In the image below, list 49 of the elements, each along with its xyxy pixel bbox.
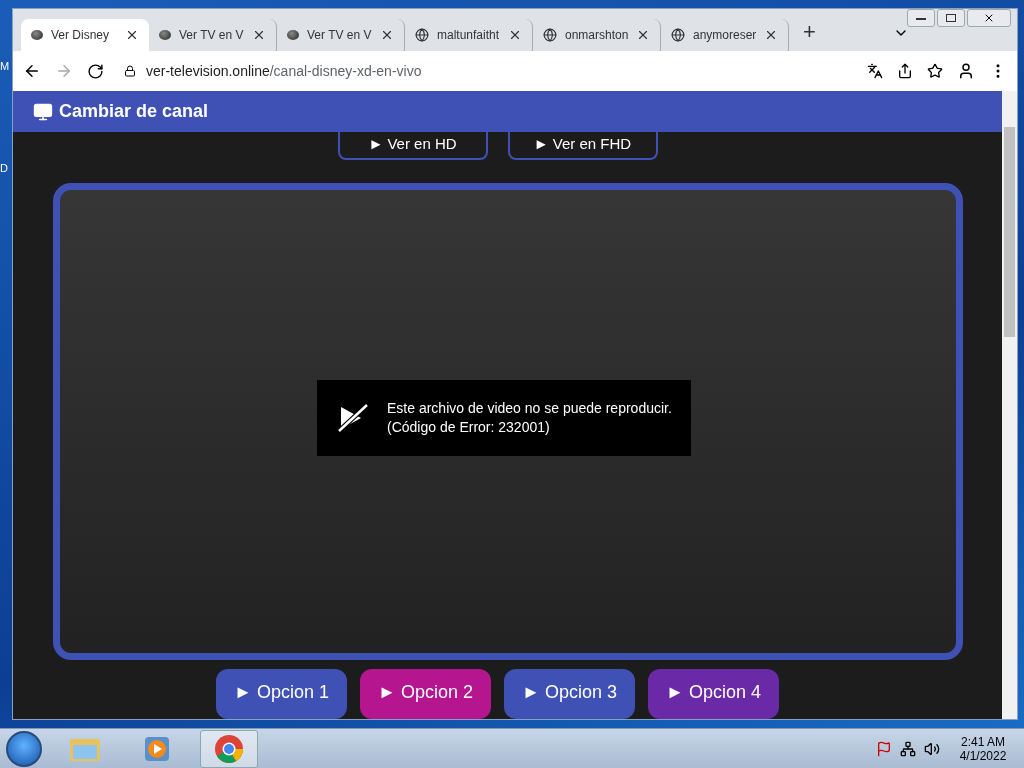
browser-tab[interactable]: Ver Disney	[21, 19, 149, 51]
lock-icon	[124, 65, 136, 77]
ball-icon	[31, 30, 43, 40]
option-button[interactable]: ► Opcion 3	[504, 669, 635, 719]
globe-icon	[415, 28, 429, 42]
ball-icon	[159, 30, 171, 40]
url-domain: ver-television.online	[146, 63, 270, 79]
option-button[interactable]: ► Opcion 2	[360, 669, 491, 719]
translate-icon[interactable]	[867, 63, 883, 79]
minimize-icon[interactable]	[916, 16, 926, 20]
globe-icon	[671, 28, 685, 42]
close-tab-icon[interactable]	[636, 28, 650, 42]
network-icon[interactable]	[900, 740, 916, 757]
new-tab-button[interactable]: +	[803, 19, 816, 45]
scrollbar[interactable]	[1002, 91, 1017, 719]
close-tab-icon[interactable]	[125, 28, 139, 42]
close-tab-icon[interactable]	[380, 28, 394, 42]
flag-icon[interactable]	[876, 740, 892, 757]
desktop-icon-label: D	[0, 162, 8, 174]
no-video-icon	[337, 402, 369, 433]
error-text: Este archivo de video no se puede reproducir.	[387, 398, 672, 418]
close-tab-icon[interactable]	[252, 28, 266, 42]
desktop-icon-label: M	[0, 60, 10, 72]
chrome-icon[interactable]	[214, 733, 244, 764]
header-title: Cambiar de canal	[59, 101, 209, 123]
ball-icon	[287, 30, 299, 40]
url-path: /canal-disney-xd-en-vivo	[269, 63, 422, 79]
quality-button[interactable]: ► Ver en FHD	[507, 132, 658, 161]
monitor-icon	[33, 101, 53, 122]
close-icon[interactable]	[983, 12, 995, 24]
maximize-icon[interactable]	[946, 14, 956, 22]
error-code: (Código de Error: 232001)	[387, 417, 551, 437]
share-icon[interactable]	[897, 63, 913, 79]
option-button[interactable]: ► Opcion 1	[216, 669, 347, 719]
volume-icon[interactable]	[924, 740, 940, 757]
video-player[interactable]: Este archivo de video no se puede reproducir. (Código de Error: 232001)	[53, 183, 963, 660]
media-player-icon[interactable]	[144, 735, 170, 762]
option-button[interactable]: ► Opcion 4	[648, 669, 779, 719]
start-button[interactable]	[6, 730, 42, 767]
close-tab-icon[interactable]	[508, 28, 522, 42]
quality-button[interactable]: ► Ver en HD	[337, 132, 488, 161]
reload-icon[interactable]	[87, 62, 104, 80]
close-tab-icon[interactable]	[764, 28, 778, 42]
bookmark-star-icon[interactable]	[927, 63, 943, 79]
profile-icon[interactable]	[957, 62, 975, 80]
clock[interactable]: 2:41 AM 4/1/2022	[948, 734, 1018, 763]
back-icon[interactable]	[23, 62, 41, 80]
scrollbar-thumb[interactable]	[1004, 127, 1015, 337]
globe-icon	[543, 28, 557, 42]
